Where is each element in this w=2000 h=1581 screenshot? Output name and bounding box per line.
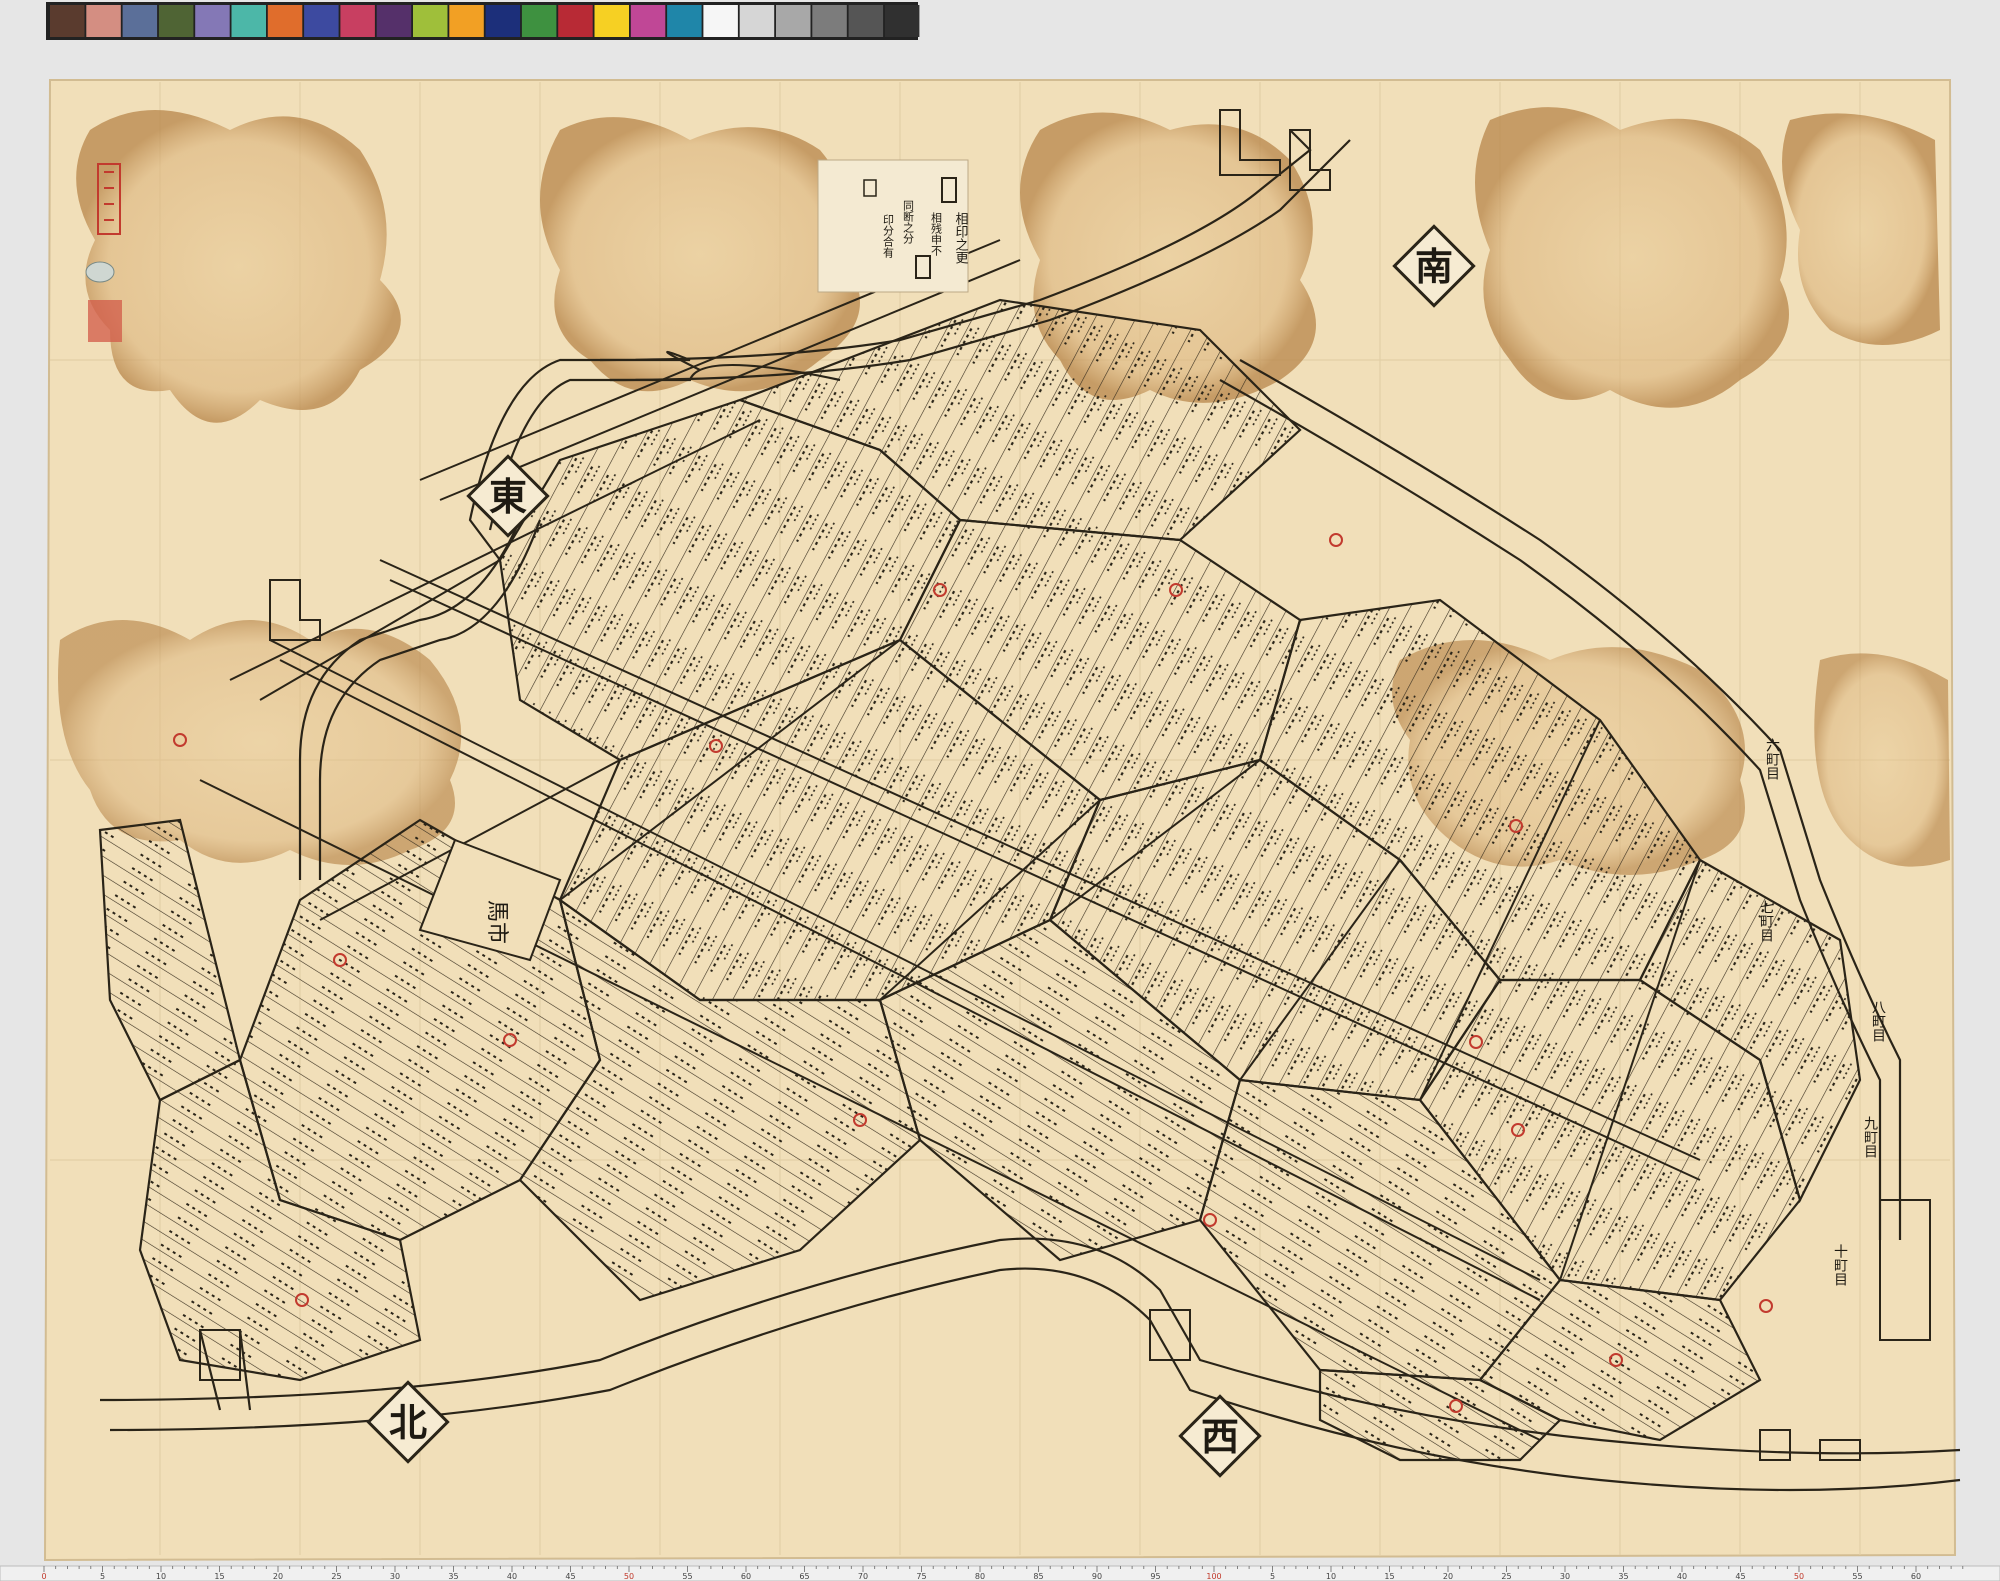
legend-line-1: 相印之更 (953, 212, 969, 265)
ruler-label: 40 (1677, 1572, 1687, 1581)
color-swatch (594, 5, 629, 37)
ruler-label: 0 (41, 1572, 46, 1581)
color-swatch (703, 5, 738, 37)
color-swatch (413, 5, 448, 37)
ruler-label: 30 (390, 1572, 400, 1581)
ruler-label: 55 (682, 1572, 692, 1581)
legend-line-4: 印分合有 (882, 214, 895, 259)
block-6-label: 六町目 (1764, 738, 1780, 780)
compass-west-label: 西 (1201, 1414, 1239, 1459)
color-swatch (449, 5, 484, 37)
color-swatch (158, 5, 194, 37)
color-swatch (50, 5, 85, 37)
ruler-label: 65 (799, 1572, 809, 1581)
ruler-label: 55 (1852, 1572, 1862, 1581)
ruler-label: 25 (1501, 1572, 1511, 1581)
market-label: 馬市 (484, 900, 509, 944)
ruler-label: 15 (1384, 1572, 1394, 1581)
block-8-label: 八町目 (1870, 1000, 1886, 1042)
color-swatch (558, 5, 593, 37)
color-swatch (521, 5, 557, 37)
ruler-label: 50 (624, 1572, 634, 1581)
ruler-label: 35 (1618, 1572, 1628, 1581)
color-swatch (630, 5, 666, 37)
compass-north-label: 北 (389, 1400, 427, 1445)
ruler-label: 40 (507, 1572, 517, 1581)
color-swatch (776, 5, 811, 37)
color-calibration-bar (46, 2, 920, 40)
block-9-label: 九町目 (1862, 1116, 1878, 1158)
color-swatch (86, 5, 121, 37)
ruler-label: 70 (858, 1572, 868, 1581)
measuring-ruler: 0 5 10 15 20 25 30 35 40 45 50 55 60 65 70 75 80 85 90 95 10… (0, 1565, 2000, 1581)
block-7-label: 七町目 (1758, 900, 1774, 942)
color-swatch (667, 5, 702, 37)
ruler-label: 35 (448, 1572, 458, 1581)
color-swatch (340, 5, 375, 37)
ruler-label: 80 (975, 1572, 985, 1581)
color-swatch (812, 5, 847, 37)
ruler-label: 10 (156, 1572, 166, 1581)
color-swatch (884, 5, 920, 37)
ruler-label: 60 (741, 1572, 751, 1581)
color-swatch (231, 5, 266, 37)
map-viewer: 東 南 北 西 馬市 八町目 九町目 十町目 六町目 七町目 相印之更 相残申不… (0, 0, 2000, 1581)
color-swatch (304, 5, 339, 37)
ruler-label: 95 (1150, 1572, 1160, 1581)
ruler-label: 15 (214, 1572, 224, 1581)
color-swatch (267, 5, 303, 37)
ruler-label: 5 (1270, 1572, 1275, 1581)
ruler-label: 30 (1560, 1572, 1570, 1581)
color-swatch (848, 5, 884, 37)
ruler-label: 90 (1092, 1572, 1102, 1581)
ruler-label: 10 (1326, 1572, 1336, 1581)
compass-south-label: 南 (1415, 244, 1453, 289)
ruler-label: 20 (1443, 1572, 1453, 1581)
ruler-label: 20 (273, 1572, 283, 1581)
color-swatch (485, 5, 521, 37)
ruler-label: 25 (331, 1572, 341, 1581)
color-swatch (739, 5, 775, 37)
color-swatch (376, 5, 412, 37)
block-10-label: 十町目 (1832, 1244, 1848, 1286)
legend-line-2: 相残申不 (930, 212, 943, 257)
ruler-label: 5 (100, 1572, 105, 1581)
compass-east-label: 東 (489, 474, 527, 519)
color-swatch (195, 5, 230, 37)
ruler-label: 45 (565, 1572, 575, 1581)
ruler-label: 50 (1794, 1572, 1804, 1581)
ruler-label: 85 (1033, 1572, 1043, 1581)
ruler-label: 100 (1206, 1572, 1221, 1581)
color-swatch (122, 5, 158, 37)
ruler-label: 60 (1911, 1572, 1921, 1581)
ruler-label: 45 (1735, 1572, 1745, 1581)
town-map: 東 南 北 西 馬市 八町目 九町目 十町目 六町目 七町目 相印之更 相残申不… (0, 2, 2000, 1581)
legend-line-3: 同断之分 (902, 200, 915, 244)
ruler-label: 75 (916, 1572, 926, 1581)
